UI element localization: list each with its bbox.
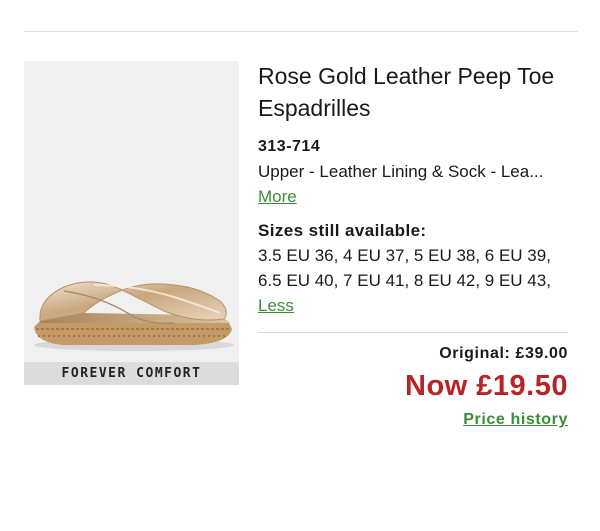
sizes-list: 3.5 EU 36, 4 EU 37, 5 EU 38, 6 EU 39, 6.… <box>258 243 570 318</box>
original-price: Original: £39.00 <box>439 345 568 362</box>
brand-label: FOREVER COMFORT <box>24 362 239 385</box>
price-block: Original: £39.00 Now £19.50 Price histor… <box>405 344 568 431</box>
top-divider <box>24 31 578 32</box>
price-history-link[interactable]: Price history <box>405 409 568 431</box>
espadrille-illustration <box>34 281 234 351</box>
more-link[interactable]: More <box>258 187 297 206</box>
less-link[interactable]: Less <box>258 296 294 315</box>
sizes-text: 3.5 EU 36, 4 EU 37, 5 EU 38, 6 EU 39, 6.… <box>258 246 551 290</box>
product-description: Upper - Leather Lining & Sock - Lea... M… <box>258 159 570 209</box>
price-divider <box>258 332 568 333</box>
product-title: Rose Gold Leather Peep Toe Espadrilles <box>258 63 555 121</box>
sizes-heading: Sizes still available: <box>258 221 427 240</box>
product-details: Rose Gold Leather Peep Toe Espadrilles 3… <box>258 60 570 318</box>
sale-price: Now £19.50 <box>405 370 568 402</box>
product-image[interactable]: FOREVER COMFORT <box>24 61 239 385</box>
product-code: 313-714 <box>258 138 321 155</box>
description-text: Upper - Leather Lining & Sock - Lea... <box>258 162 544 181</box>
